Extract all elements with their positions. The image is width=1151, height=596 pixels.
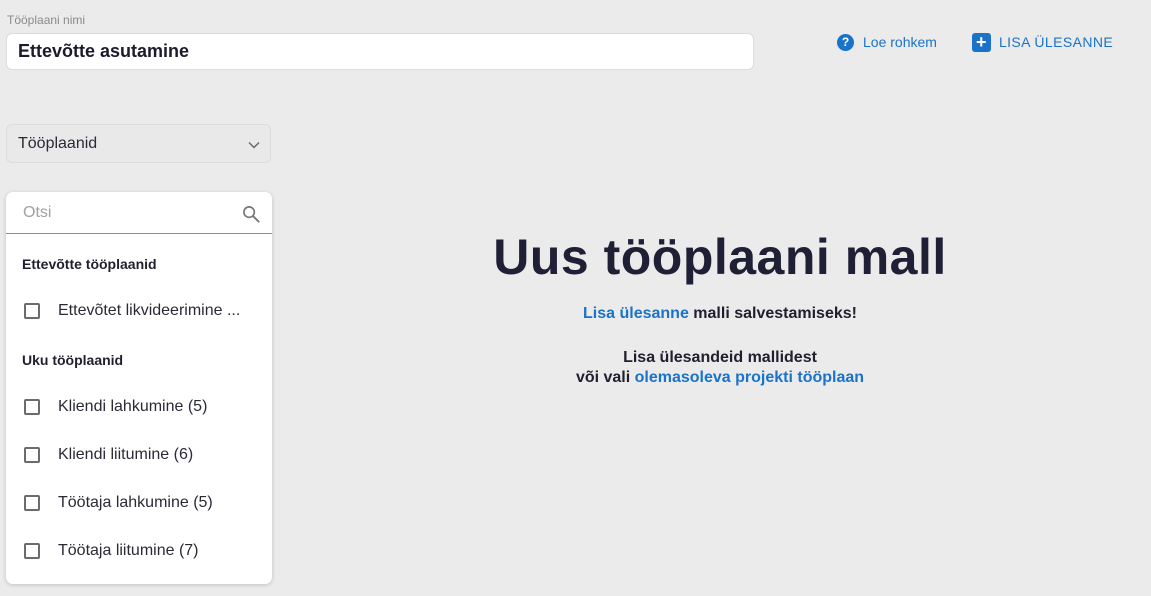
empty-state-line3-text: või vali (575, 369, 635, 386)
checkbox[interactable] (24, 495, 40, 511)
plans-panel: Ettevõtte tööplaanid Ettevõtet likvideer… (6, 192, 272, 584)
empty-state-line1-text: malli salvestamiseks! (688, 305, 857, 322)
list-item[interactable]: Töötaja lahkumine (5) (24, 491, 260, 515)
empty-state-line1: Lisa ülesanne malli salvestamiseks! (460, 304, 980, 324)
list-item[interactable]: Ettevõtet likvideerimine ... (24, 299, 260, 323)
group-heading-company: Ettevõtte tööplaanid (22, 256, 157, 272)
plus-square-icon: + (971, 32, 991, 52)
list-item[interactable]: Kliendi lahkumine (5) (24, 395, 260, 419)
plan-name-label: Tööplaani nimi (7, 13, 86, 27)
checkbox[interactable] (24, 399, 40, 415)
list-item-label: Ettevõtet likvideerimine ... (58, 302, 241, 319)
empty-state-line2: Lisa ülesandeid mallidest (623, 349, 817, 366)
learn-more-link[interactable]: ? Loe rohkem (836, 32, 937, 52)
list-item-label: Kliendi liitumine (6) (58, 446, 194, 463)
checkbox[interactable] (24, 447, 40, 463)
learn-more-label: Loe rohkem (863, 34, 937, 50)
existing-project-plan-link[interactable]: olemasoleva projekti tööplaan (635, 369, 864, 386)
add-task-button[interactable]: + LISA ÜLESANNE (971, 32, 1114, 52)
empty-state-title: Uus tööplaani mall (493, 229, 947, 285)
list-item-label: Töötaja liitumine (7) (58, 542, 199, 559)
help-circle-icon: ? (837, 33, 854, 51)
list-item[interactable]: Kliendi liitumine (6) (24, 443, 260, 467)
empty-state-line3: või vali olemasoleva projekti tööplaan (460, 368, 980, 388)
search-bar (6, 192, 272, 234)
search-input[interactable] (21, 200, 235, 226)
search-icon[interactable] (242, 205, 261, 224)
plan-name-input[interactable] (6, 33, 754, 70)
list-item[interactable]: Töötaja liitumine (7) (24, 539, 260, 563)
empty-state: Uus tööplaani mall Lisa ülesanne malli s… (460, 226, 980, 388)
checkbox[interactable] (24, 543, 40, 559)
list-item-label: Kliendi lahkumine (5) (58, 398, 208, 415)
plans-dropdown[interactable]: Tööplaanid (6, 124, 271, 163)
top-actions: ? Loe rohkem + LISA ÜLESANNE (836, 32, 1113, 52)
add-task-link[interactable]: Lisa ülesanne (583, 305, 689, 322)
add-task-label: LISA ÜLESANNE (998, 34, 1114, 50)
chevron-down-icon (248, 142, 260, 149)
list-item-label: Töötaja lahkumine (5) (58, 494, 213, 511)
checkbox[interactable] (24, 303, 40, 319)
plans-dropdown-value: Tööplaanid (18, 134, 98, 152)
group-heading-user: Uku tööplaanid (22, 352, 124, 368)
